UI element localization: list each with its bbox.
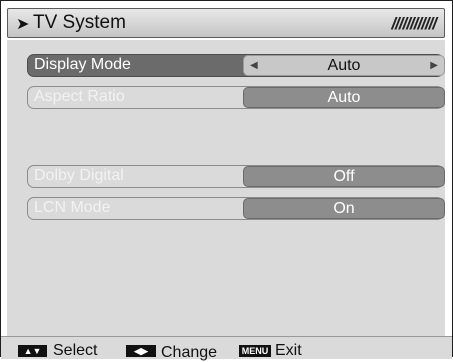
dolby-digital-label: Dolby Digital: [34, 167, 124, 184]
up-down-key-icon: ▲▼: [18, 345, 47, 357]
pointer-arrow-icon: ➤: [16, 16, 30, 33]
exit-hint: Exit: [275, 342, 302, 359]
header-decoration: ////////////: [391, 14, 437, 33]
footer-hints: ▲▼ Select ◀▶ Change MENU Exit: [1, 336, 452, 361]
aspect-ratio-label: Aspect Ratio: [34, 88, 125, 105]
display-mode-value-text: Auto: [327, 57, 361, 74]
left-arrow-icon[interactable]: ◀: [250, 56, 258, 75]
menu-key-icon: MENU: [239, 345, 271, 357]
dolby-digital-value[interactable]: Off: [243, 166, 445, 187]
menu-header: ➤ TV System ////////////: [7, 8, 445, 38]
right-arrow-icon[interactable]: ▶: [430, 56, 438, 75]
select-hint: Select: [53, 342, 98, 359]
lcn-mode-value[interactable]: On: [243, 198, 445, 219]
left-right-key-icon: ◀▶: [126, 345, 156, 357]
tv-system-window: ➤ TV System //////////// Display Mode ◀ …: [0, 0, 453, 361]
display-mode-value[interactable]: ◀ Auto ▶: [243, 55, 445, 76]
menu-panel: [7, 40, 445, 336]
change-hint: Change: [161, 344, 218, 361]
lcn-mode-label: LCN Mode: [34, 199, 111, 216]
display-mode-label: Display Mode: [34, 56, 131, 73]
aspect-ratio-value[interactable]: Auto: [243, 87, 445, 108]
menu-title: TV System: [33, 12, 126, 33]
